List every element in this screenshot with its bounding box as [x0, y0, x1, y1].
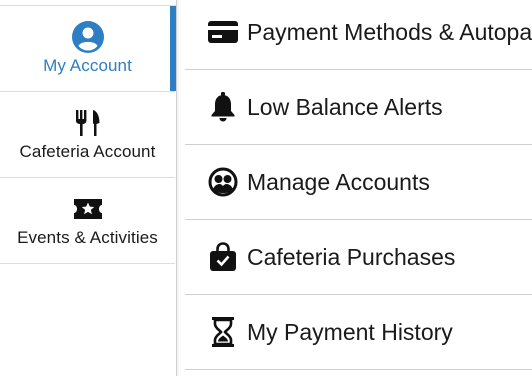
- credit-card-icon: [207, 20, 239, 44]
- shopping-bag-check-icon: [207, 242, 239, 272]
- sidebar-item-my-account[interactable]: My Account: [0, 6, 176, 92]
- sidebar-item-events-activities[interactable]: Events & Activities: [0, 178, 175, 264]
- sidebar-item-label: Cafeteria Account: [19, 141, 156, 161]
- people-circle-icon: [207, 167, 239, 197]
- menu-item-payment-methods[interactable]: Payment Methods & Autopay: [185, 0, 532, 70]
- menu-item-label: Low Balance Alerts: [247, 93, 443, 120]
- sidebar-item-label: Events & Activities: [17, 227, 158, 247]
- menu-item-label: Payment Methods & Autopay: [247, 18, 532, 45]
- ticket-star-icon: [73, 194, 103, 224]
- menu-item-label: Cafeteria Purchases: [247, 243, 456, 270]
- fork-knife-icon: [74, 108, 102, 138]
- sidebar-item-label: My Account: [43, 55, 132, 75]
- bell-icon: [207, 92, 239, 122]
- account-menu-list: Payment Methods & Autopay Low Balance Al…: [177, 0, 532, 376]
- menu-item-payment-history[interactable]: My Payment History: [185, 295, 532, 370]
- menu-item-label: My Payment History: [247, 318, 453, 345]
- menu-item-low-balance-alerts[interactable]: Low Balance Alerts: [185, 70, 532, 145]
- menu-item-cafeteria-purchases[interactable]: Cafeteria Purchases: [185, 220, 532, 295]
- sidebar-nav: My Account Cafeteria Account Events & Ac…: [0, 0, 177, 376]
- hourglass-icon: [207, 317, 239, 347]
- menu-item-manage-accounts[interactable]: Manage Accounts: [185, 145, 532, 220]
- menu-item-label: Manage Accounts: [247, 168, 430, 195]
- account-circle-icon: [71, 20, 105, 53]
- sidebar-item-cafeteria-account[interactable]: Cafeteria Account: [0, 92, 175, 178]
